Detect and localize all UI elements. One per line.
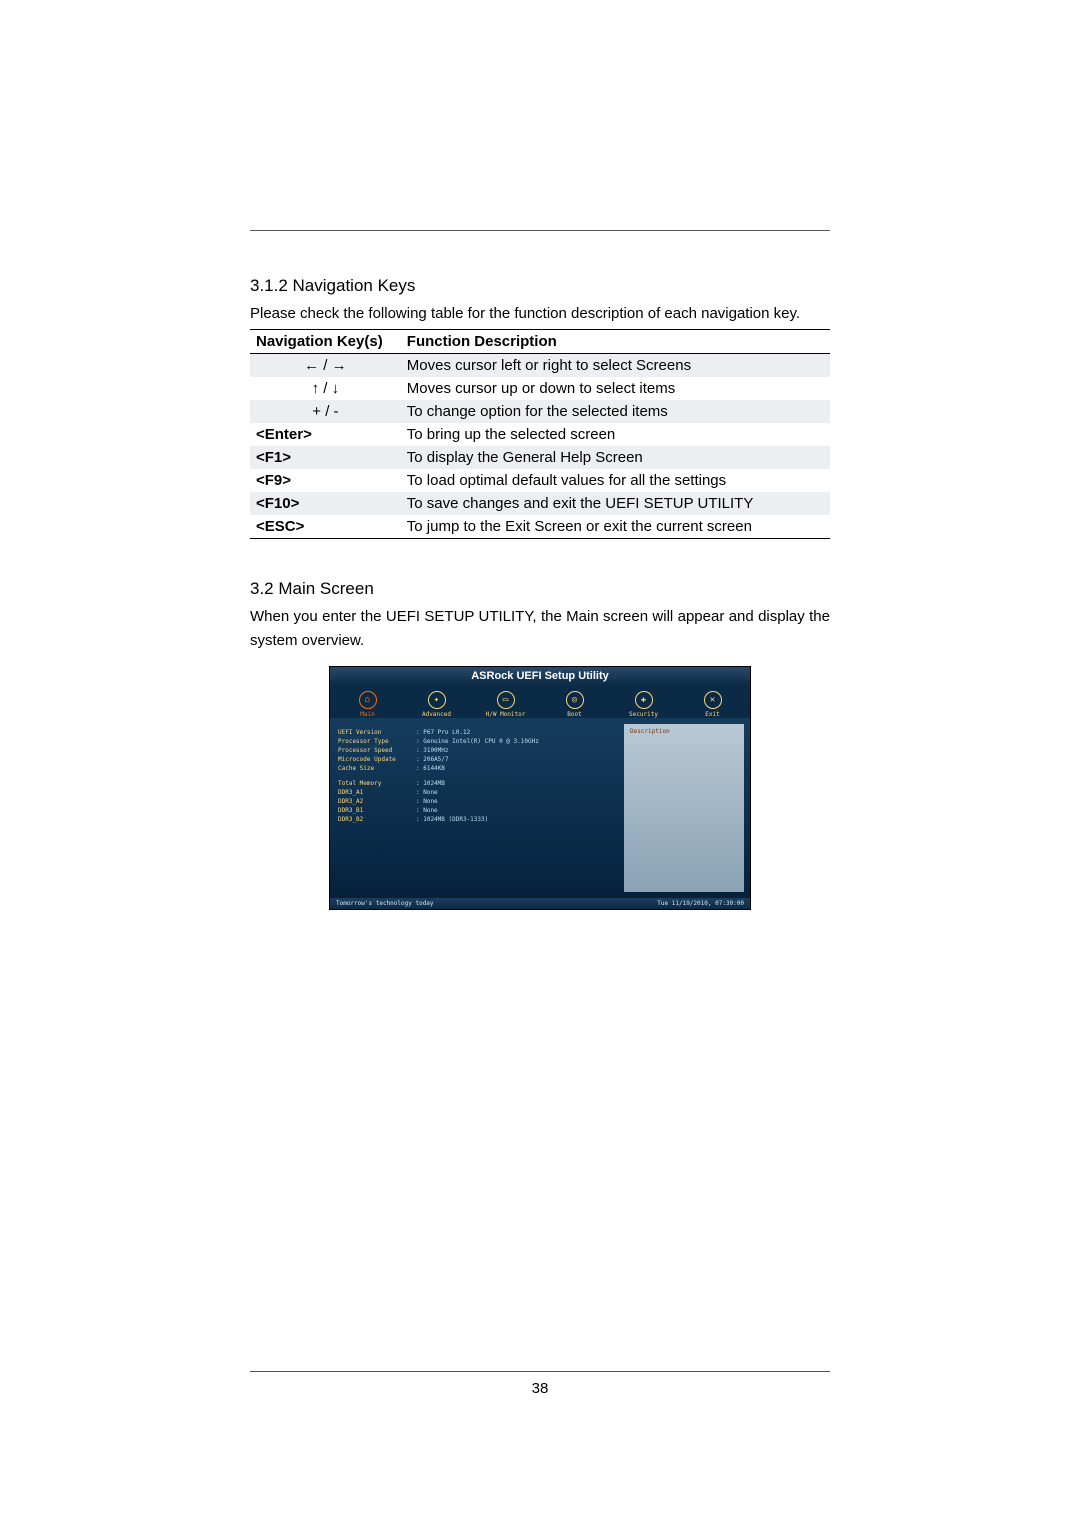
bios-tab-exit: ✕Exit xyxy=(679,689,746,718)
cell-desc: Moves cursor up or down to select items xyxy=(401,377,830,400)
shield-icon: ✚ xyxy=(635,691,653,709)
table-row: <F1> To display the General Help Screen xyxy=(250,446,830,469)
page-number: 38 xyxy=(0,1380,1080,1397)
bios-tab-hwmonitor: ▭H/W Monitor xyxy=(472,689,539,718)
table-row: <ESC> To jump to the Exit Screen or exit… xyxy=(250,515,830,539)
bios-footer: Tomorrow's technology today Tue 11/19/20… xyxy=(330,898,750,909)
cell-key: + / - xyxy=(250,400,401,423)
cell-desc: To display the General Help Screen xyxy=(401,446,830,469)
gear-icon: ✦ xyxy=(428,691,446,709)
cell-desc: Moves cursor left or right to select Scr… xyxy=(401,354,830,378)
bios-tab-main: ⌂Main xyxy=(334,689,401,718)
cell-desc: To save changes and exit the UEFI SETUP … xyxy=(401,492,830,515)
bios-screenshot: ASRock UEFI Setup Utility ⌂Main ✦Advance… xyxy=(329,666,751,910)
cell-desc: To jump to the Exit Screen or exit the c… xyxy=(401,515,830,539)
table-header-desc: Function Description xyxy=(401,330,830,354)
cell-desc: To bring up the selected screen xyxy=(401,423,830,446)
monitor-icon: ▭ xyxy=(497,691,515,709)
table-row: + / - To change option for the selected … xyxy=(250,400,830,423)
bios-tabs: ⌂Main ✦Advanced ▭H/W Monitor ◎Boot ✚Secu… xyxy=(330,685,750,718)
cell-key: <Enter> xyxy=(250,423,401,446)
table-row: <F10> To save changes and exit the UEFI … xyxy=(250,492,830,515)
section-3-1-2-intro: Please check the following table for the… xyxy=(250,302,830,325)
exit-icon: ✕ xyxy=(704,691,722,709)
bios-footer-left: Tomorrow's technology today xyxy=(336,900,434,907)
up-down-arrow-icon xyxy=(312,380,340,397)
bios-tab-advanced: ✦Advanced xyxy=(403,689,470,718)
table-row: <Enter> To bring up the selected screen xyxy=(250,423,830,446)
section-3-2-heading: 3.2 Main Screen xyxy=(250,579,830,599)
section-3-2-intro: When you enter the UEFI SETUP UTILITY, t… xyxy=(250,605,830,652)
cell-desc: To load optimal default values for all t… xyxy=(401,469,830,492)
table-row: Moves cursor up or down to select items xyxy=(250,377,830,400)
home-icon: ⌂ xyxy=(359,691,377,709)
bios-tab-boot: ◎Boot xyxy=(541,689,608,718)
navigation-keys-table: Navigation Key(s) Function Description M… xyxy=(250,329,830,539)
cell-key: <F10> xyxy=(250,492,401,515)
bios-title: ASRock UEFI Setup Utility xyxy=(330,667,750,685)
table-row: Moves cursor left or right to select Scr… xyxy=(250,354,830,378)
bios-description-panel: Description xyxy=(624,724,744,892)
cell-desc: To change option for the selected items xyxy=(401,400,830,423)
target-icon: ◎ xyxy=(566,691,584,709)
left-right-arrow-icon xyxy=(304,357,347,374)
bios-tab-security: ✚Security xyxy=(610,689,677,718)
bios-info-panel: UEFI Version: P67 Pro L0.12 Processor Ty… xyxy=(330,718,624,898)
cell-key: <ESC> xyxy=(250,515,401,539)
cell-key: <F1> xyxy=(250,446,401,469)
cell-key: <F9> xyxy=(250,469,401,492)
bios-footer-right: Tue 11/19/2010, 07:30:00 xyxy=(657,900,744,907)
table-row: <F9> To load optimal default values for … xyxy=(250,469,830,492)
table-header-keys: Navigation Key(s) xyxy=(250,330,401,354)
section-3-1-2-heading: 3.1.2 Navigation Keys xyxy=(250,276,830,296)
